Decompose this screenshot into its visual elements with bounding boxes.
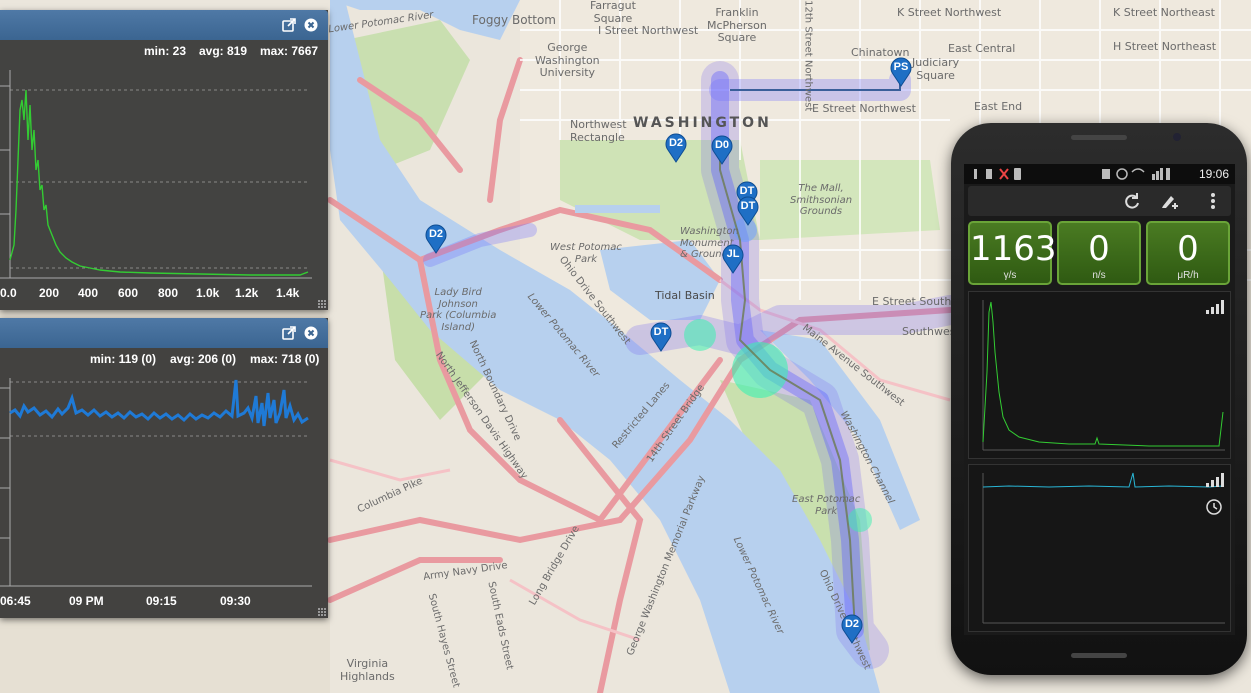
phone-bottom-speaker — [1071, 653, 1127, 658]
map-label-east-potomac-park: East Potomac Park — [792, 494, 861, 517]
refresh-icon[interactable] — [1123, 192, 1141, 210]
tile-neutron[interactable]: 0 n/s — [1057, 221, 1141, 285]
map-marker-dt-2[interactable]: DT — [737, 196, 759, 226]
map-label-farragut-square: Farragut Square — [590, 0, 636, 25]
spectrum-x-tick-4: 800 — [158, 286, 179, 300]
marker-label: PS — [893, 61, 909, 73]
map-label-foggy-bottom: Foggy Bottom — [472, 13, 556, 27]
edit-add-icon[interactable] — [1160, 192, 1180, 210]
resize-handle-icon[interactable] — [318, 608, 326, 616]
map-label-washington: WASHINGTON — [633, 115, 772, 131]
map-label-tidal-basin: Tidal Basin — [655, 289, 715, 302]
dose-chart — [0, 378, 312, 587]
map-label-virginia-highlands: Virginia Highlands — [340, 657, 395, 683]
marker-label: DT — [653, 326, 669, 338]
tile-dose[interactable]: 0 μR/h — [1146, 221, 1230, 285]
phone-spectrum-chart[interactable] — [968, 291, 1231, 459]
dose-x-tick-3: 09:30 — [220, 594, 251, 608]
map-label-the-mall: The Mall, Smithsonian Grounds — [790, 183, 853, 217]
marker-label: D2 — [428, 228, 444, 240]
dose-x-tick-1: 09 PM — [69, 594, 104, 608]
phone-screen: 19:06 1163 γ/s 0 n/s 0 μR/h — [964, 164, 1235, 635]
tile-neutron-unit: n/s — [1092, 270, 1106, 281]
tile-gamma[interactable]: 1163 γ/s — [968, 221, 1057, 285]
phone-speaker — [1071, 135, 1127, 140]
tile-dose-value: 0 — [1177, 229, 1199, 269]
map-label-judiciary-square: Judiciary Square — [912, 56, 960, 82]
app-toolbar — [968, 186, 1231, 216]
phone-spectrum-plot — [982, 300, 1225, 451]
spectrum-x-tick-7: 1.4k — [276, 286, 300, 300]
map-label-east-end: East End — [974, 100, 1023, 113]
dose-x-tick-2: 09:15 — [146, 594, 177, 608]
map-marker-d2-3[interactable]: D2 — [841, 614, 863, 644]
status-time: 19:06 — [1198, 167, 1229, 181]
map-label-k-street-ne: K Street Northeast — [1113, 6, 1215, 19]
map-marker-jl[interactable]: JL — [722, 244, 744, 274]
map-label-lady-bird: Lady Bird Johnson Park (Columbia Island) — [420, 287, 497, 333]
resize-handle-icon[interactable] — [318, 300, 326, 308]
map-label-nw-rectangle: Northwest Rectangle — [570, 118, 627, 144]
phone-dose-plot — [982, 472, 1225, 624]
signal-icon — [1206, 473, 1224, 487]
overflow-menu-icon[interactable] — [1210, 192, 1216, 210]
spectrum-x-tick-5: 1.0k — [196, 286, 220, 300]
map-label-gwu: George Washington University — [535, 41, 600, 80]
map-marker-dt-3[interactable]: DT — [650, 322, 672, 352]
marker-label: DT — [740, 200, 756, 212]
map-label-east-central: East Central — [948, 42, 1016, 55]
spectrum-x-tick-1: 200 — [39, 286, 60, 300]
map-label-k-street-nw: K Street Northwest — [897, 6, 1002, 19]
map-marker-ps[interactable]: PS — [890, 57, 912, 87]
map-label-h-street-ne: H Street Northeast — [1113, 40, 1217, 53]
marker-label: JL — [726, 248, 740, 260]
map-marker-d2-1[interactable]: D2 — [665, 133, 687, 163]
spectrum-x-tick-6: 1.2k — [235, 286, 259, 300]
tile-dose-unit: μR/h — [1177, 270, 1199, 281]
marker-label: D2 — [668, 137, 684, 149]
tile-neutron-value: 0 — [1088, 229, 1110, 269]
map-marker-d0[interactable]: D0 — [711, 135, 733, 165]
map-label-franklin-mcpherson: Franklin McPherson Square — [707, 6, 767, 45]
spectrum-chart — [0, 70, 312, 279]
spectrum-x-tick-2: 400 — [78, 286, 99, 300]
signal-icon — [1206, 300, 1224, 314]
map-label-12th-street: 12th Street Northwest — [802, 0, 814, 112]
map-label-e-street-nw: E Street Northwest — [812, 102, 916, 115]
phone-dose-chart[interactable] — [968, 464, 1231, 632]
dose-panel: min: 119 (0) avg: 206 (0) max: 718 (0) 0… — [0, 318, 328, 618]
marker-label: D2 — [844, 618, 860, 630]
map-label-i-street: I Street Northwest — [598, 24, 699, 37]
map-marker-d2-2[interactable]: D2 — [425, 224, 447, 254]
phone-camera — [1173, 133, 1181, 141]
clock-icon[interactable] — [1206, 499, 1222, 515]
status-bar: 19:06 — [964, 164, 1235, 184]
status-icons — [974, 168, 1170, 180]
spectrum-panel: min: 23 avg: 819 max: 7667 0.0 200 400 6… — [0, 10, 328, 310]
spectrum-x-tick-3: 600 — [118, 286, 139, 300]
spectrum-x-tick-0: 0.0 — [0, 286, 17, 300]
dose-x-tick-0: 06:45 — [0, 594, 31, 608]
tile-gamma-value: 1163 — [970, 229, 1057, 269]
tile-gamma-unit: γ/s — [1003, 270, 1017, 281]
marker-label: D0 — [714, 139, 730, 151]
